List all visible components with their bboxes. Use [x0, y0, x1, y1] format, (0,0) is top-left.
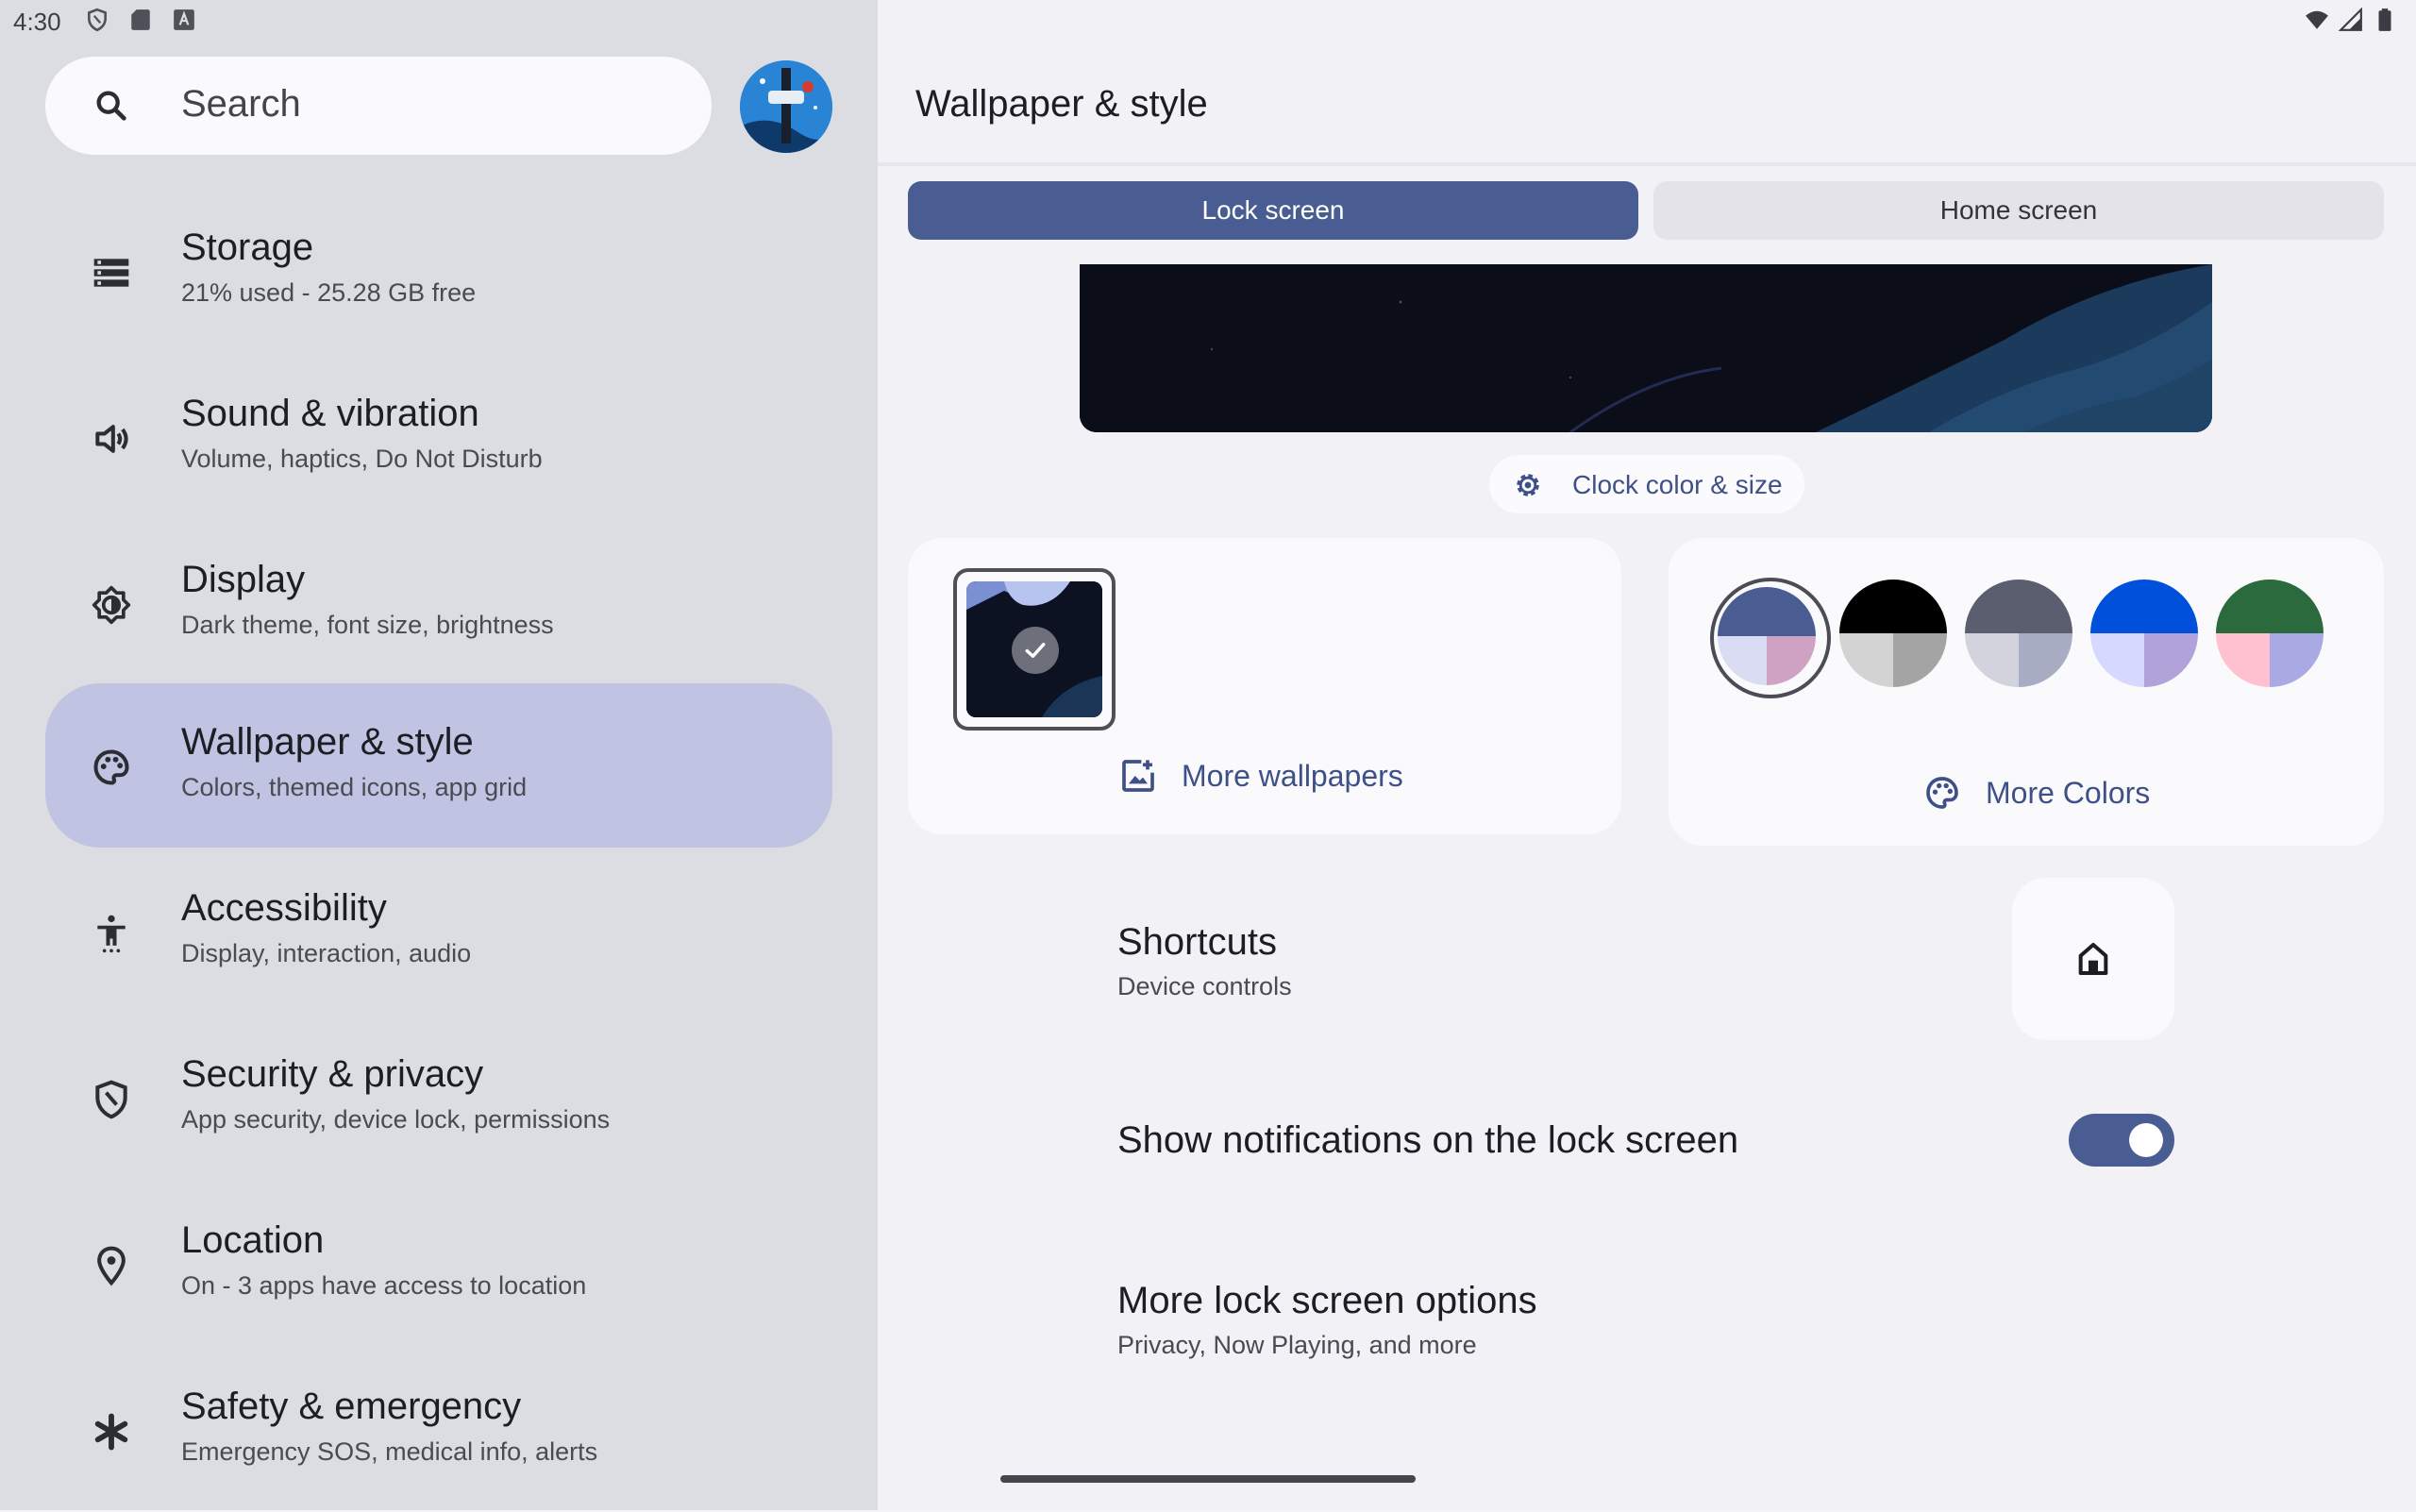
sidebar-item-storage[interactable]: Storage 21% used - 25.28 GB free: [45, 189, 832, 353]
asterisk-icon: [94, 1413, 128, 1451]
tab-lock-screen[interactable]: Lock screen: [908, 181, 1638, 240]
sidebar-item-safety[interactable]: Safety & emergency Emergency SOS, medica…: [45, 1348, 832, 1512]
sidebar-item-title: Safety & emergency: [181, 1386, 522, 1427]
page-title: Wallpaper & style: [915, 83, 1208, 125]
toggle-knob: [2129, 1123, 2163, 1157]
sidebar-item-location[interactable]: Location On - 3 apps have access to loca…: [45, 1182, 832, 1346]
wallpaper-style-panel: Wallpaper & style Lock screen Home scree…: [878, 0, 2416, 1510]
status-icons-right: [2305, 8, 2397, 32]
sidebar-item-title: Location: [181, 1219, 325, 1261]
notifications-title: Show notifications on the lock screen: [1117, 1119, 1739, 1161]
tab-label: Home screen: [1939, 195, 2098, 225]
current-wallpaper-thumbnail[interactable]: [953, 568, 1116, 731]
keyboard-a-icon: [174, 9, 194, 30]
sidebar-item-title: Display: [181, 559, 306, 600]
volume-icon: [95, 425, 128, 453]
sidebar-item-title: Wallpaper & style: [181, 721, 474, 763]
shortcuts-subtitle: Device controls: [1117, 972, 1292, 1000]
color-swatch[interactable]: [2090, 580, 2198, 687]
more-colors-label: More Colors: [1986, 775, 2151, 810]
avatar[interactable]: [740, 60, 832, 153]
clock-chip-label: Clock color & size: [1572, 470, 1783, 499]
home-indicator[interactable]: [1000, 1475, 1416, 1483]
sidebar-item-display[interactable]: Display Dark theme, font size, brightnes…: [45, 521, 832, 685]
shortcut-tile[interactable]: [2012, 878, 2174, 1040]
sidebar-item-subtitle: Dark theme, font size, brightness: [181, 611, 554, 639]
gear-icon: [1517, 474, 1539, 496]
header-divider: [878, 162, 2416, 166]
search-bar[interactable]: Search: [45, 57, 712, 155]
color-swatch[interactable]: [1718, 587, 1816, 685]
signal-icon: [2339, 8, 2362, 31]
sidebar-item-title: Security & privacy: [181, 1053, 484, 1095]
sidebar-item-subtitle: On - 3 apps have access to location: [181, 1271, 587, 1300]
battery-icon: [2378, 8, 2391, 31]
shield-icon: [95, 1080, 127, 1119]
color-swatch[interactable]: [2216, 580, 2324, 687]
location-pin-icon: [97, 1246, 126, 1286]
more-options-title: More lock screen options: [1117, 1280, 1537, 1321]
sidebar-item-accessibility[interactable]: Accessibility Display, interaction, audi…: [45, 849, 832, 1014]
sidebar-item-subtitle: Emergency SOS, medical info, alerts: [181, 1437, 598, 1466]
sidebar-item-title: Sound & vibration: [181, 393, 479, 434]
search-icon: [96, 91, 126, 121]
palette-icon: [1926, 777, 1958, 809]
image-icon: [1122, 760, 1154, 792]
sidebar-item-title: Storage: [181, 227, 314, 268]
selected-check-icon: [1012, 627, 1059, 674]
shield-icon: [88, 8, 107, 32]
sidebar-item-subtitle: App security, device lock, permissions: [181, 1105, 611, 1134]
more-colors-button[interactable]: More Colors: [1923, 774, 2150, 812]
sidebar-item-security[interactable]: Security & privacy App security, device …: [45, 1016, 832, 1180]
more-options-subtitle: Privacy, Now Playing, and more: [1117, 1331, 1477, 1359]
tab-label: Lock screen: [1201, 195, 1345, 225]
sidebar-item-subtitle: 21% used - 25.28 GB free: [181, 278, 477, 307]
wallpaper-card: More wallpapers: [908, 538, 1621, 834]
palette-icon: [93, 749, 129, 785]
storage-icon: [93, 259, 129, 287]
more-wallpapers-label: More wallpapers: [1182, 758, 1403, 793]
home-icon: [2078, 943, 2108, 975]
notifications-toggle[interactable]: [2069, 1114, 2174, 1167]
sidebar-item-subtitle: Display, interaction, audio: [181, 939, 472, 967]
sd-card-icon: [131, 9, 150, 30]
search-input[interactable]: Search: [181, 83, 301, 126]
more-wallpapers-button[interactable]: More wallpapers: [1119, 757, 1403, 795]
sidebar-item-wallpaper[interactable]: Wallpaper & style Colors, themed icons, …: [45, 683, 832, 848]
brightness-icon: [92, 585, 131, 625]
sidebar-item-sound[interactable]: Sound & vibration Volume, haptics, Do No…: [45, 355, 832, 519]
sidebar-item-subtitle: Colors, themed icons, app grid: [181, 773, 528, 801]
tab-home-screen[interactable]: Home screen: [1653, 181, 2384, 240]
shortcuts-title: Shortcuts: [1117, 921, 1277, 963]
color-swatch[interactable]: [1965, 580, 2072, 687]
avatar-image: [740, 60, 832, 153]
sidebar-item-title: Accessibility: [181, 887, 387, 929]
settings-sidebar: 4:30 Search Storage 21% used - 25.28 GB …: [0, 0, 878, 1510]
lock-screen-preview[interactable]: [1080, 264, 2212, 432]
clock-color-size-button[interactable]: Clock color & size: [1489, 455, 1804, 513]
wallpaper-preview-image: [1080, 264, 2212, 432]
accessibility-icon: [97, 915, 126, 953]
status-time: 4:30: [13, 8, 61, 36]
sidebar-item-subtitle: Volume, haptics, Do Not Disturb: [181, 445, 543, 473]
color-swatch[interactable]: [1839, 580, 1947, 687]
status-icons-left: [85, 8, 196, 32]
wifi-icon: [2306, 10, 2328, 29]
